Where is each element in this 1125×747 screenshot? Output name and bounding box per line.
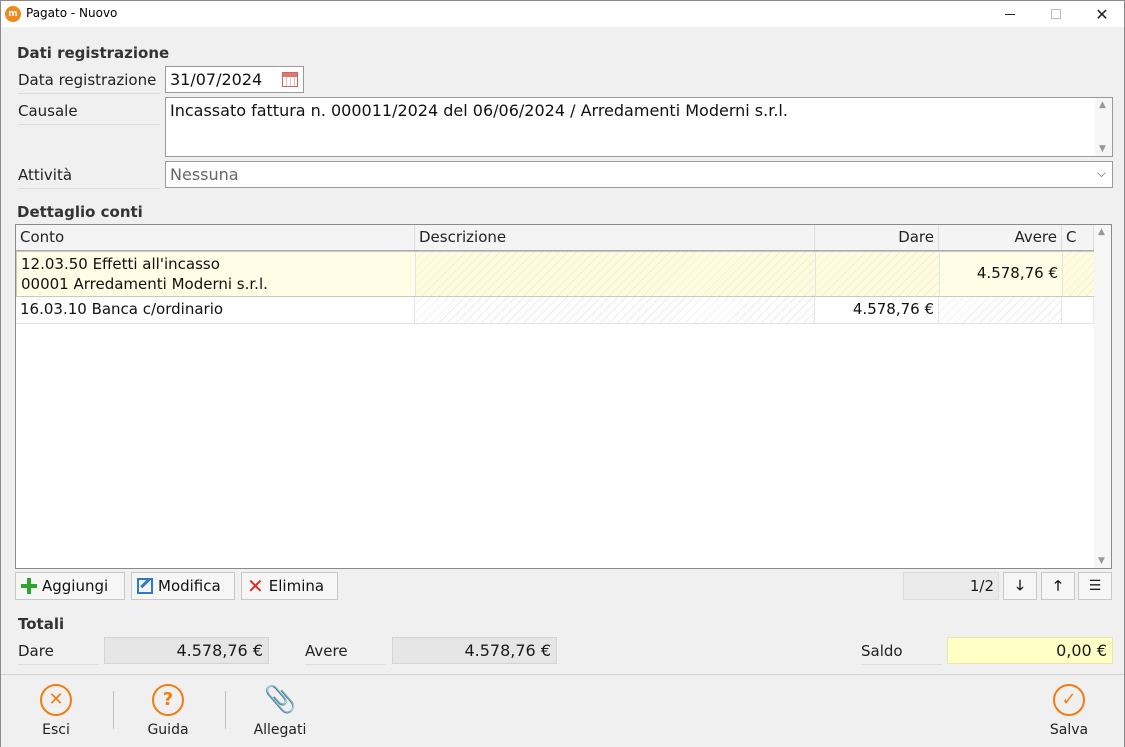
app-logo-icon: m (5, 6, 21, 22)
salva-label: Salva (1049, 722, 1089, 738)
modifica-button[interactable]: Modifica (131, 572, 235, 600)
scroll-down-icon[interactable]: ▼ (1098, 556, 1105, 566)
arrow-up-icon: 🡑 (1054, 578, 1062, 594)
allegati-label: Allegati (253, 722, 307, 738)
saldo-label: Saldo (861, 642, 942, 665)
menu-button[interactable]: ☰ (1078, 572, 1112, 600)
allegati-button[interactable]: 📎 Allegati (240, 684, 320, 738)
aggiungi-button[interactable]: Aggiungi (15, 572, 125, 600)
checkmark-icon: ✓ (1053, 684, 1085, 716)
totale-dare-value: 4.578,76 € (104, 637, 269, 664)
data-registrazione-label: Data registrazione (18, 71, 160, 94)
data-registrazione-field[interactable]: 31/07/2024 (165, 66, 304, 93)
chevron-down-icon: ⌵ (1096, 166, 1106, 180)
esci-button[interactable]: ✕ Esci (16, 684, 96, 738)
elimina-label: Elimina (268, 577, 325, 595)
page-indicator: 1/2 (903, 572, 999, 600)
toolbar-divider (113, 691, 114, 729)
window-title: Pagato - Nuovo (26, 6, 118, 20)
scroll-down-icon[interactable]: ▼ (1099, 144, 1106, 154)
section-title-totali: Totali (18, 615, 65, 633)
table-row[interactable]: 12.03.50 Effetti all'incasso 00001 Arred… (16, 251, 1095, 297)
help-icon: ? (152, 684, 184, 716)
saldo-value: 0,00 € (947, 637, 1113, 664)
calendar-icon[interactable] (282, 72, 298, 87)
cell-avere: 4.578,76 € (940, 252, 1063, 296)
modifica-label: Modifica (158, 577, 221, 595)
cell-dare: 4.578,76 € (815, 297, 939, 323)
window: m Pagato - Nuovo ✕ Dati registrazione Da… (0, 0, 1125, 747)
totale-avere-label: Avere (305, 642, 386, 665)
arrow-down-icon: 🡓 (1016, 578, 1024, 594)
plus-icon (21, 578, 37, 594)
exit-x-icon: ✕ (40, 684, 72, 716)
cell-conto: 12.03.50 Effetti all'incasso 00001 Arred… (17, 252, 416, 296)
maximize-icon (1051, 9, 1061, 19)
minimize-button[interactable] (987, 1, 1033, 27)
cell-avere (939, 297, 1062, 323)
elimina-button[interactable]: ✕ Elimina (241, 572, 338, 600)
column-header-c[interactable]: C (1062, 225, 1094, 250)
cell-dare (816, 252, 940, 296)
causale-label: Causale (18, 102, 160, 125)
edit-icon (137, 578, 153, 594)
move-up-button[interactable]: 🡑 (1041, 572, 1075, 600)
paperclip-icon: 📎 (264, 685, 297, 715)
attivita-label: Attività (18, 166, 160, 189)
maximize-button[interactable] (1033, 1, 1079, 27)
title-bar: m Pagato - Nuovo ✕ (1, 1, 1124, 27)
aggiungi-label: Aggiungi (42, 577, 109, 595)
scroll-up-icon[interactable]: ▲ (1099, 100, 1106, 110)
close-icon: ✕ (1095, 4, 1109, 24)
data-registrazione-value: 31/07/2024 (170, 70, 263, 89)
totale-avere-value: 4.578,76 € (392, 637, 557, 664)
cell-descrizione (415, 297, 815, 323)
toolbar-divider (225, 691, 226, 729)
table-scrollbar[interactable]: ▲ ▼ (1094, 225, 1111, 568)
conti-table[interactable]: Conto Descrizione Dare Avere C 12.03.50 … (15, 224, 1112, 569)
causale-scrollbar[interactable]: ▲ ▼ (1095, 98, 1112, 156)
hamburger-menu-icon: ☰ (1088, 578, 1102, 594)
section-title-registrazione: Dati registrazione (17, 44, 170, 62)
minimize-icon (1005, 13, 1015, 15)
delete-x-icon: ✕ (247, 574, 264, 598)
guida-label: Guida (147, 722, 189, 738)
cell-c (1063, 252, 1095, 296)
esci-label: Esci (42, 722, 70, 738)
column-header-descrizione[interactable]: Descrizione (415, 225, 815, 250)
causale-value: Incassato fattura n. 000011/2024 del 06/… (170, 101, 788, 120)
guida-button[interactable]: ? Guida (128, 684, 208, 738)
attivita-select[interactable]: Nessuna ⌵ (165, 161, 1113, 188)
salva-button[interactable]: ✓ Salva (1029, 684, 1109, 738)
totale-dare-label: Dare (18, 642, 99, 665)
attivita-value: Nessuna (170, 165, 239, 184)
scroll-up-icon[interactable]: ▲ (1098, 227, 1105, 237)
cell-descrizione (416, 252, 816, 296)
section-title-conti: Dettaglio conti (17, 203, 143, 221)
causale-field[interactable]: Incassato fattura n. 000011/2024 del 06/… (165, 97, 1113, 157)
cell-c (1062, 297, 1094, 323)
column-header-avere[interactable]: Avere (939, 225, 1062, 250)
footer-toolbar: ✕ Esci ? Guida 📎 Allegati ✓ Salva (1, 674, 1124, 747)
table-header: Conto Descrizione Dare Avere C (16, 225, 1094, 251)
cell-conto: 16.03.10 Banca c/ordinario (16, 297, 415, 323)
column-header-dare[interactable]: Dare (815, 225, 939, 250)
conto-subcode: 00001 Arredamenti Moderni s.r.l. (21, 275, 268, 293)
table-row[interactable]: 16.03.10 Banca c/ordinario 4.578,76 € (16, 297, 1094, 324)
move-down-button[interactable]: 🡓 (1003, 572, 1037, 600)
column-header-conto[interactable]: Conto (16, 225, 415, 250)
conto-code: 12.03.50 Effetti all'incasso (21, 255, 220, 273)
close-button[interactable]: ✕ (1079, 1, 1125, 27)
